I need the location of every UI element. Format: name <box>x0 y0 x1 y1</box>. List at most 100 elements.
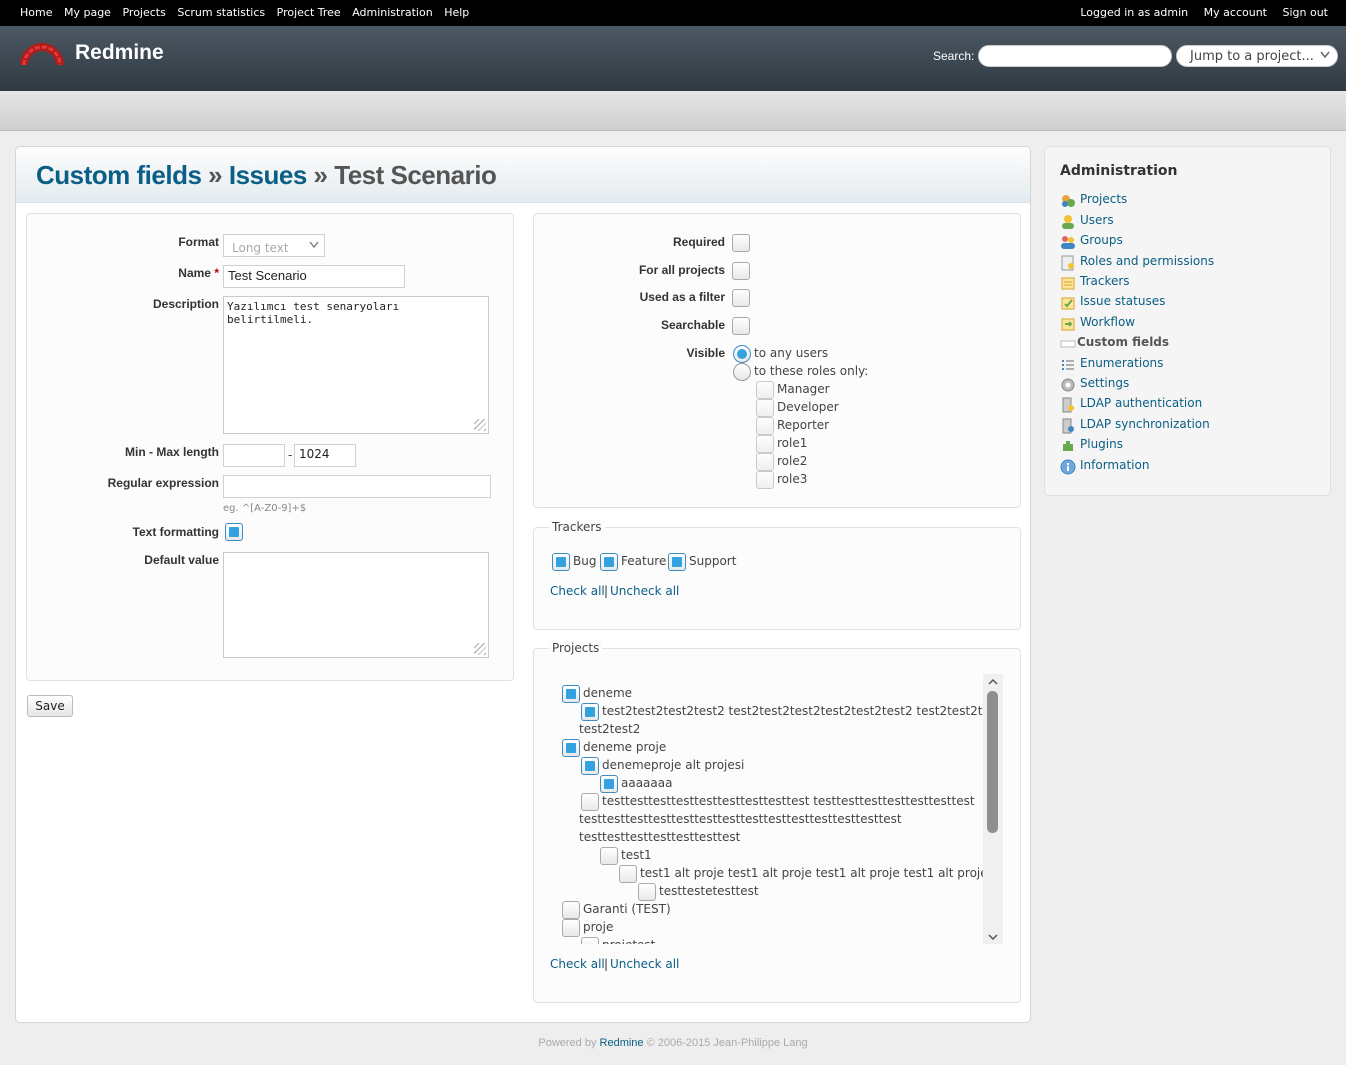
enumerations-icon <box>1062 360 1074 370</box>
plugins-icon <box>1063 441 1073 451</box>
role-label: role3 <box>777 472 808 486</box>
role-checkbox-role3[interactable] <box>756 471 774 489</box>
top-menu-scrum-statistics[interactable]: Scrum statistics <box>177 6 265 19</box>
name-input[interactable]: Test Scenario <box>223 265 405 288</box>
projects-fieldset: Projects deneme test2test2test2test2 tes… <box>533 641 1021 1003</box>
project-label: deneme <box>583 686 633 700</box>
tracker-checkbox-feature[interactable] <box>600 553 618 571</box>
search-input[interactable] <box>978 45 1172 67</box>
searchable-label: Searchable <box>660 318 725 332</box>
chevron-down-icon <box>309 241 319 249</box>
project-checkbox[interactable] <box>638 883 656 901</box>
jump-to-project-select[interactable]: Jump to a project... <box>1176 45 1338 67</box>
visible-any-users-radio[interactable] <box>733 345 751 363</box>
project-checkbox[interactable] <box>562 901 580 919</box>
users-icon <box>1062 215 1074 229</box>
tracker-label: Feature <box>621 554 667 568</box>
breadcrumb-issues[interactable]: Issues <box>229 160 307 190</box>
content-header: Custom fields » Issues » Test Scenario <box>16 147 1030 203</box>
sidebar-item-label: Projects <box>1080 192 1128 206</box>
format-select: Long text <box>223 234 325 257</box>
project-label: aaaaaaa <box>621 776 673 790</box>
project-checkbox[interactable] <box>600 775 618 793</box>
sidebar-item-label: Enumerations <box>1080 356 1164 370</box>
jump-to-project-placeholder: Jump to a project... <box>1190 49 1314 64</box>
project-checkbox[interactable] <box>581 757 599 775</box>
footer-powered-by: Powered by <box>538 1037 597 1049</box>
searchable-checkbox[interactable] <box>732 317 750 335</box>
projects-check-all-link[interactable]: Check all <box>550 957 605 971</box>
visible-roles-only-radio[interactable] <box>733 363 751 381</box>
default-value-label: Default value <box>144 553 219 567</box>
resize-handle-icon[interactable] <box>474 419 486 431</box>
project-label: proje <box>583 920 614 934</box>
sign-out-link[interactable]: Sign out <box>1282 6 1328 19</box>
tracker-checkbox-bug[interactable] <box>552 553 570 571</box>
default-value-textarea[interactable] <box>223 552 489 658</box>
project-label-continued: testtesttesttesttesttesttesttesttesttest… <box>579 812 902 826</box>
min-max-length-label: Min - Max length <box>125 445 219 459</box>
project-checkbox[interactable] <box>581 793 599 811</box>
resize-handle-icon[interactable] <box>474 643 486 655</box>
tracker-checkbox-support[interactable] <box>668 553 686 571</box>
regex-input[interactable] <box>223 475 491 498</box>
footer-redmine-link[interactable]: Redmine <box>600 1037 644 1049</box>
regex-label: Regular expression <box>107 476 219 490</box>
project-checkbox[interactable] <box>600 847 618 865</box>
role-checkbox-role1[interactable] <box>756 435 774 453</box>
for-all-projects-checkbox[interactable] <box>732 262 750 280</box>
min-length-input[interactable] <box>223 444 285 467</box>
breadcrumb-separator: » <box>313 160 328 190</box>
ldap-auth-icon <box>1062 397 1074 413</box>
text-formatting-checkbox[interactable] <box>225 523 243 541</box>
regex-hint: eg. ^[A-Z0-9]+$ <box>223 503 307 514</box>
project-checkbox[interactable] <box>562 919 580 937</box>
role-checkbox-role2[interactable] <box>756 453 774 471</box>
app-title[interactable]: Redmine <box>75 41 164 65</box>
sidebar-item-label: Information <box>1080 458 1150 472</box>
top-menu-project-tree[interactable]: Project Tree <box>277 6 341 19</box>
trackers-fieldset: Trackers Bug Feature Support Check all |… <box>533 520 1021 630</box>
workflow-icon <box>1061 318 1075 331</box>
scroll-down-icon[interactable] <box>987 932 999 942</box>
role-checkbox-manager[interactable] <box>756 381 774 399</box>
top-menu-my-page[interactable]: My page <box>64 6 111 19</box>
scroll-up-icon[interactable] <box>987 677 999 687</box>
role-checkbox-reporter[interactable] <box>756 417 774 435</box>
sidebar-title: Administration <box>1060 163 1178 179</box>
project-label: denemeproje alt projesi <box>602 758 745 772</box>
save-button[interactable]: Save <box>27 695 73 717</box>
visible-label: Visible <box>686 346 725 360</box>
used-as-filter-checkbox[interactable] <box>732 289 750 307</box>
description-textarea[interactable]: Yazılımcı test senaryoları belirtilmeli. <box>223 296 489 434</box>
top-menu-administration[interactable]: Administration <box>352 6 433 19</box>
project-checkbox[interactable] <box>562 739 580 757</box>
top-menu-projects[interactable]: Projects <box>122 6 165 19</box>
sidebar-item-label: Settings <box>1080 376 1130 390</box>
max-length-input[interactable]: 1024 <box>294 444 356 467</box>
project-checkbox[interactable] <box>562 685 580 703</box>
logged-in-as: Logged in as admin <box>1080 6 1189 19</box>
for-all-projects-label: For all projects <box>638 263 725 277</box>
project-checkbox[interactable] <box>581 703 599 721</box>
projects-scrollbar-thumb[interactable] <box>987 691 998 833</box>
project-label: deneme proje <box>583 740 667 754</box>
required-checkbox[interactable] <box>732 234 750 252</box>
my-account-link[interactable]: My account <box>1204 6 1267 19</box>
top-menu-help[interactable]: Help <box>444 6 469 19</box>
sidebar-item-label: LDAP synchronization <box>1080 417 1210 431</box>
breadcrumb-custom-fields[interactable]: Custom fields <box>36 160 202 190</box>
visible-roles-only-label: to these roles only: <box>754 364 869 378</box>
projects-uncheck-all-link[interactable]: Uncheck all <box>610 957 679 971</box>
project-checkbox[interactable] <box>619 865 637 883</box>
top-menu-home[interactable]: Home <box>20 6 52 19</box>
project-checkbox[interactable] <box>581 937 599 944</box>
trackers-uncheck-all-link[interactable]: Uncheck all <box>610 584 679 598</box>
description-label: Description <box>152 297 219 311</box>
projects-tree[interactable]: deneme test2test2test2test2 test2test2te… <box>559 674 1003 944</box>
tracker-label: Bug <box>573 554 597 568</box>
text-formatting-label: Text formatting <box>132 525 219 539</box>
trackers-check-all-link[interactable]: Check all <box>550 584 605 598</box>
role-checkbox-developer[interactable] <box>756 399 774 417</box>
sidebar-item-label: LDAP authentication <box>1080 396 1203 410</box>
